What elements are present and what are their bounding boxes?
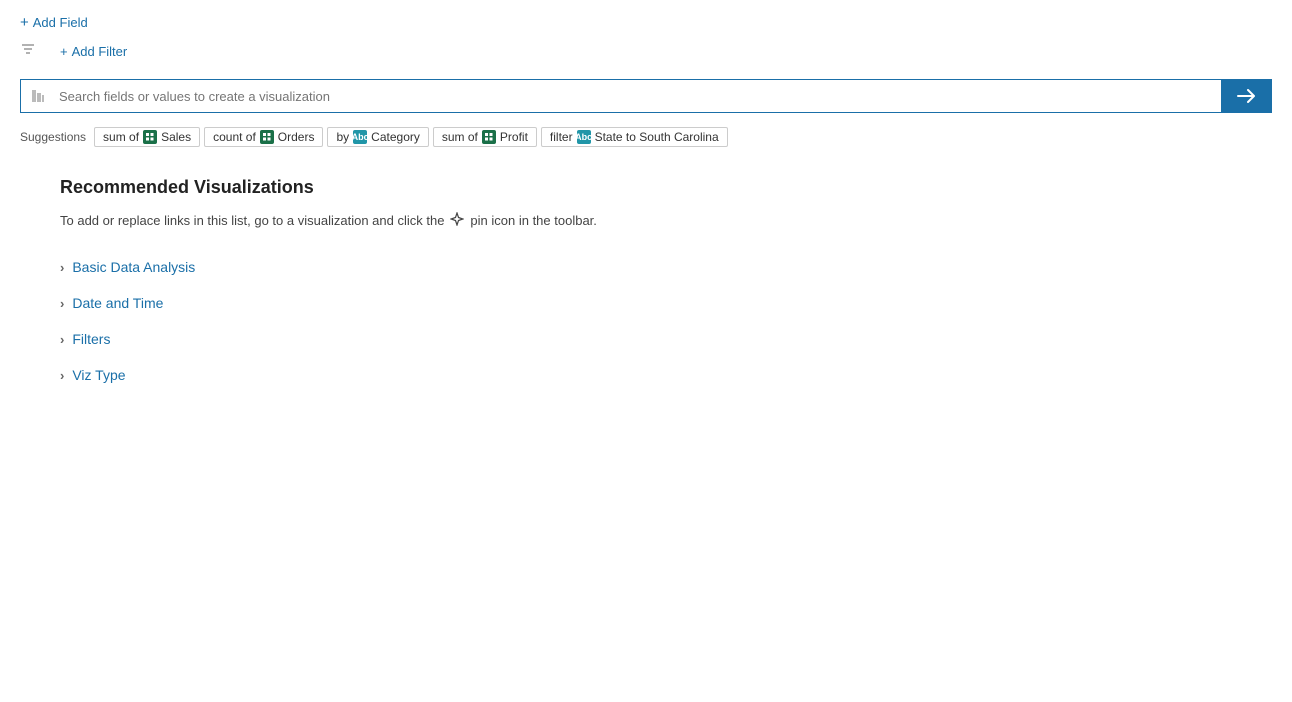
description-part2: pin icon in the toolbar. bbox=[470, 213, 596, 228]
suggestions-row: Suggestions sum of Sales count of bbox=[0, 121, 1292, 157]
measure-grid-icon-sales bbox=[145, 132, 155, 142]
visualization-icon bbox=[31, 89, 45, 103]
chevron-icon-basic-data-analysis: › bbox=[60, 260, 64, 275]
main-container: + Add Field + Add Filter bbox=[0, 0, 1292, 702]
search-icon-area bbox=[21, 81, 55, 111]
chip-icon-dimension-state: Abc bbox=[577, 130, 591, 144]
description-part1: To add or replace links in this list, go… bbox=[60, 213, 444, 228]
plus-filter-icon: + bbox=[60, 44, 68, 59]
search-container bbox=[20, 79, 1272, 113]
plus-icon: + bbox=[20, 14, 29, 31]
measure-grid-icon-profit bbox=[484, 132, 494, 142]
chevron-icon-viz-type: › bbox=[60, 368, 64, 383]
suggestion-chip-sum-profit[interactable]: sum of Profit bbox=[433, 127, 537, 147]
chip-prefix-sum-profit: sum of bbox=[442, 130, 478, 144]
viz-list-item-basic-data-analysis[interactable]: › Basic Data Analysis bbox=[60, 249, 1252, 285]
add-filter-row: + Add Filter bbox=[0, 41, 1292, 71]
suggestions-label: Suggestions bbox=[20, 130, 86, 144]
filter-icon bbox=[20, 41, 36, 61]
chip-label-profit: Profit bbox=[500, 130, 528, 144]
chip-icon-measure-profit bbox=[482, 130, 496, 144]
chip-icon-dimension-category: Abc bbox=[353, 130, 367, 144]
search-input[interactable] bbox=[55, 81, 1221, 112]
viz-item-label-date-and-time: Date and Time bbox=[72, 295, 163, 311]
add-filter-label: Add Filter bbox=[72, 44, 128, 59]
pin-icon bbox=[450, 212, 464, 229]
content-area: Recommended Visualizations To add or rep… bbox=[0, 157, 1292, 413]
chip-prefix-filter-state: filter bbox=[550, 130, 573, 144]
chip-label-state: State to South Carolina bbox=[595, 130, 719, 144]
suggestion-chip-filter-state[interactable]: filter Abc State to South Carolina bbox=[541, 127, 728, 147]
add-field-button[interactable]: + Add Field bbox=[20, 14, 88, 31]
add-field-label: Add Field bbox=[33, 15, 88, 30]
suggestion-chip-count-orders[interactable]: count of Orders bbox=[204, 127, 323, 147]
chip-icon-measure-sales bbox=[143, 130, 157, 144]
chip-label-sales: Sales bbox=[161, 130, 191, 144]
viz-list-item-date-and-time[interactable]: › Date and Time bbox=[60, 285, 1252, 321]
chip-prefix-by-category: by bbox=[336, 130, 349, 144]
chip-label-orders: Orders bbox=[278, 130, 315, 144]
add-field-row: + Add Field bbox=[0, 0, 1292, 41]
measure-grid-icon-orders bbox=[262, 132, 272, 142]
viz-item-label-viz-type: Viz Type bbox=[72, 367, 125, 383]
chevron-icon-filters: › bbox=[60, 332, 64, 347]
chip-icon-measure-orders bbox=[260, 130, 274, 144]
add-filter-button[interactable]: + Add Filter bbox=[60, 44, 127, 59]
description-text: To add or replace links in this list, go… bbox=[60, 212, 1252, 229]
chip-prefix-count-orders: count of bbox=[213, 130, 256, 144]
suggestion-chip-by-category[interactable]: by Abc Category bbox=[327, 127, 428, 147]
viz-list-item-viz-type[interactable]: › Viz Type bbox=[60, 357, 1252, 393]
chip-label-category: Category bbox=[371, 130, 420, 144]
search-row bbox=[0, 71, 1292, 121]
arrow-right-icon bbox=[1237, 89, 1255, 103]
chevron-icon-date-and-time: › bbox=[60, 296, 64, 311]
section-title: Recommended Visualizations bbox=[60, 177, 1252, 198]
chip-prefix-sum-sales: sum of bbox=[103, 130, 139, 144]
viz-list: › Basic Data Analysis › Date and Time › … bbox=[60, 249, 1252, 393]
viz-item-label-filters: Filters bbox=[72, 331, 110, 347]
search-submit-button[interactable] bbox=[1221, 80, 1271, 112]
viz-item-label-basic-data-analysis: Basic Data Analysis bbox=[72, 259, 195, 275]
suggestion-chip-sum-sales[interactable]: sum of Sales bbox=[94, 127, 200, 147]
viz-list-item-filters[interactable]: › Filters bbox=[60, 321, 1252, 357]
